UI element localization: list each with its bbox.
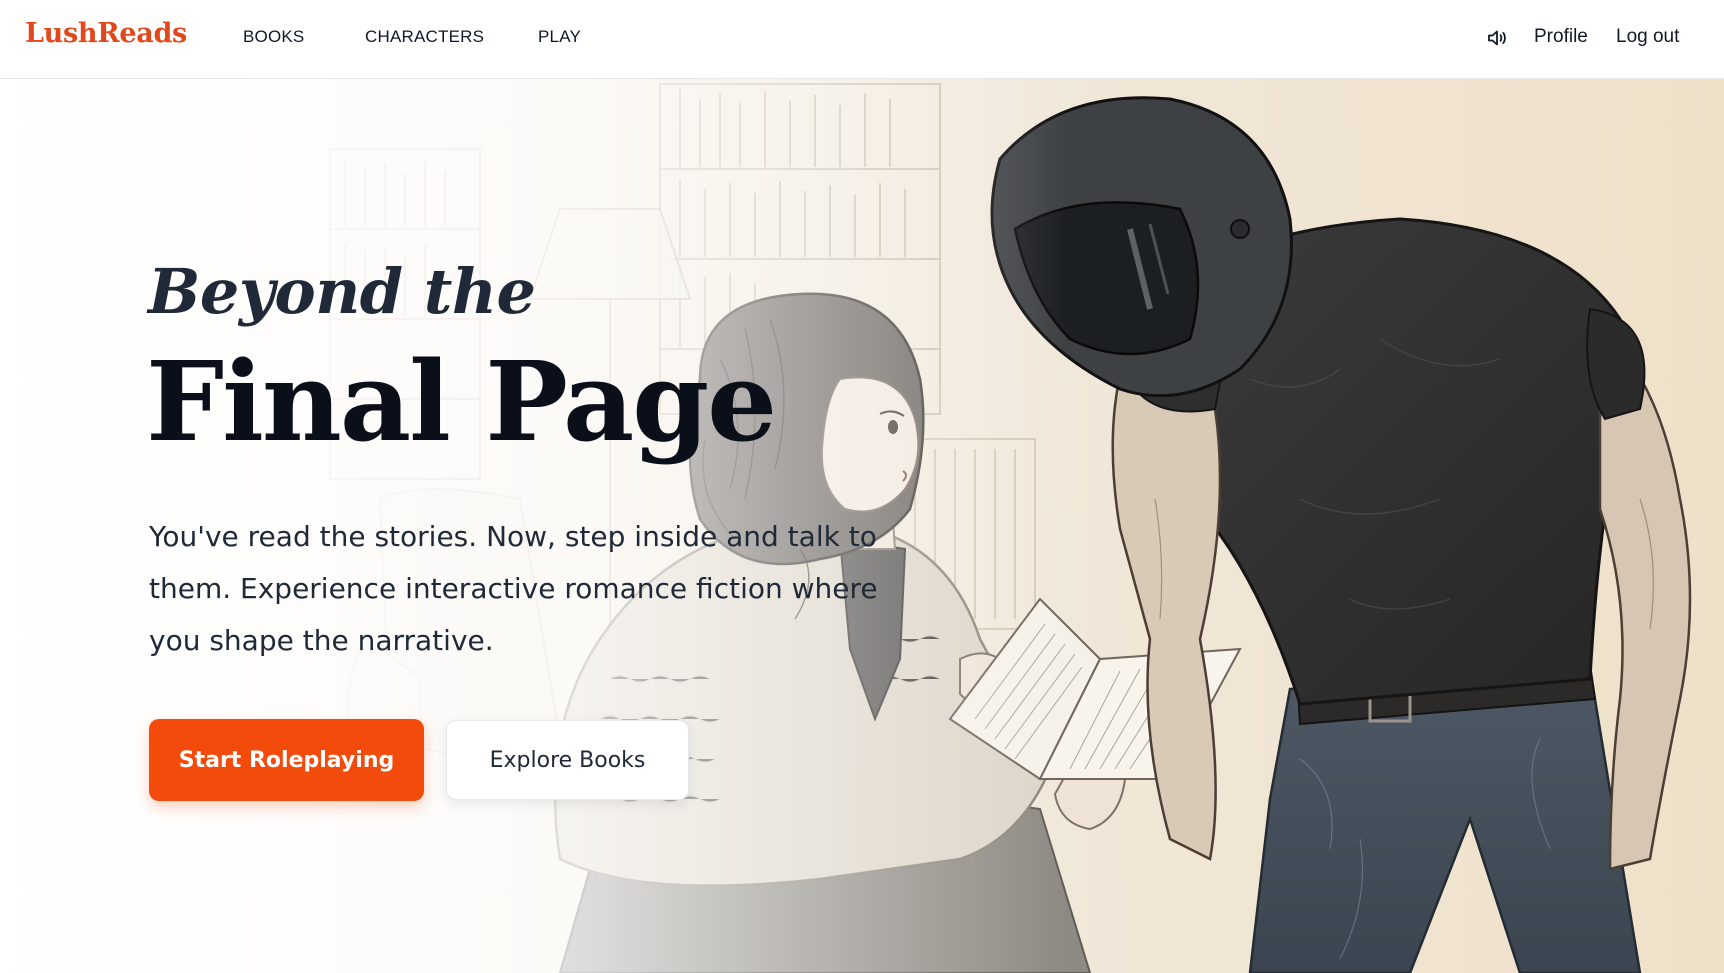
top-navigation-bar: LushReads BOOKS CHARACTERS PLAY Profile … — [0, 0, 1724, 79]
nav-books-link[interactable]: BOOKS — [243, 27, 304, 47]
hero-section: Beyond the Final Page You've read the st… — [0, 79, 1724, 973]
logout-link[interactable]: Log out — [1616, 26, 1679, 48]
hero-headline: Final Page — [146, 337, 777, 466]
start-roleplaying-button[interactable]: Start Roleplaying — [149, 719, 424, 801]
brand-logo[interactable]: LushReads — [25, 18, 187, 49]
nav-characters-link[interactable]: CHARACTERS — [365, 27, 484, 47]
speaker-icon[interactable] — [1485, 26, 1509, 50]
profile-link[interactable]: Profile — [1534, 26, 1588, 48]
hero-headline-italic: Beyond the — [148, 255, 536, 328]
nav-play-link[interactable]: PLAY — [538, 27, 581, 47]
hero-subtitle: You've read the stories. Now, step insid… — [149, 520, 878, 657]
explore-books-button[interactable]: Explore Books — [446, 720, 689, 800]
